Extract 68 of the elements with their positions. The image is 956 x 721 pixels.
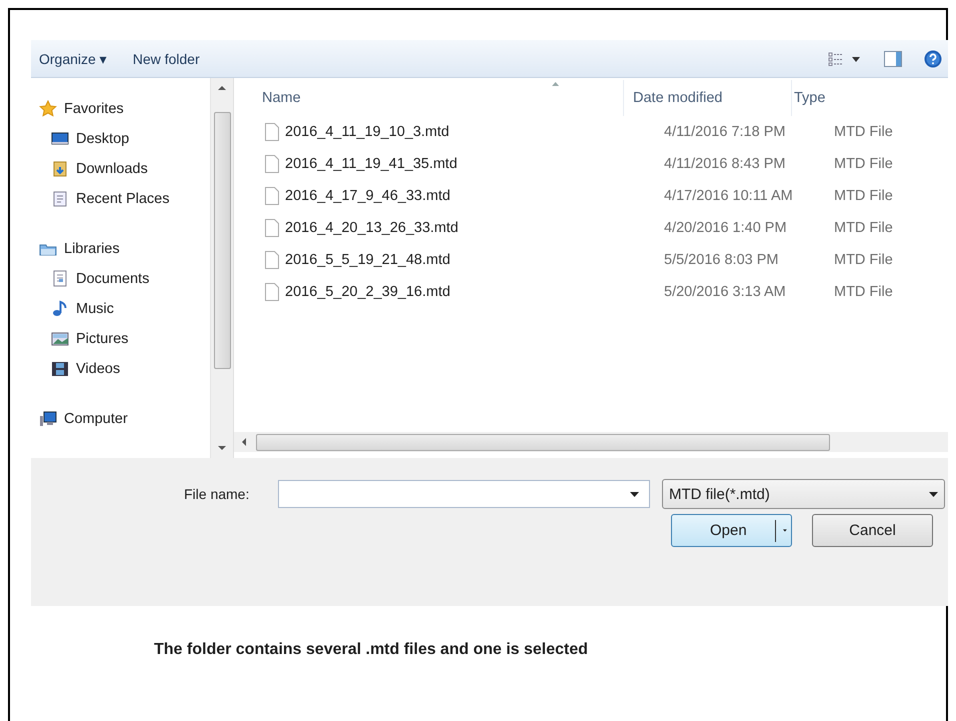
file-row[interactable]: 2016_5_5_19_21_48.mtd 5/5/2016 8:03 PM MTD File bbox=[234, 244, 948, 276]
nav-item[interactable]: Music bbox=[31, 294, 210, 324]
file-name: 2016_5_20_2_39_16.mtd bbox=[285, 284, 450, 300]
date-modified: 5/5/2016 8:03 PM bbox=[663, 252, 780, 268]
file-type: MTD File bbox=[833, 284, 894, 300]
date-modified: 4/20/2016 1:40 PM bbox=[663, 220, 788, 236]
file-type: MTD File bbox=[833, 188, 894, 204]
open-button[interactable]: Open bbox=[671, 514, 792, 547]
file-name: 2016_4_20_13_26_33.mtd bbox=[285, 220, 458, 236]
document-icon bbox=[51, 190, 69, 208]
file-icon bbox=[265, 283, 279, 301]
column-header[interactable]: Type bbox=[791, 80, 948, 116]
nav-item[interactable]: Pictures bbox=[31, 324, 210, 354]
file-icon bbox=[265, 155, 279, 173]
file-name-field[interactable] bbox=[278, 480, 650, 508]
file-name: 2016_4_11_19_41_35.mtd bbox=[285, 156, 458, 172]
nav-item[interactable]: Desktop bbox=[31, 124, 210, 154]
file-type-dropdown[interactable]: MTD file(*.mtd) bbox=[662, 479, 945, 509]
preview-pane-icon[interactable] bbox=[884, 50, 902, 66]
file-name: 2016_5_5_19_21_48.mtd bbox=[285, 252, 450, 268]
file-name-label: File name: bbox=[184, 486, 250, 502]
caption: The folder contains several .mtd files and one is selected bbox=[154, 641, 589, 659]
date-modified: 4/11/2016 8:43 PM bbox=[663, 156, 786, 172]
star-icon bbox=[39, 100, 57, 118]
column-header[interactable]: Name bbox=[234, 80, 623, 116]
nav-item[interactable]: Downloads bbox=[31, 154, 210, 184]
sort-arrow-icon bbox=[552, 82, 559, 86]
music-note-icon bbox=[51, 300, 69, 318]
date-modified: 4/17/2016 10:11 AM bbox=[663, 188, 794, 204]
nav-item[interactable]: Computer bbox=[31, 404, 210, 434]
dropdown-arrow-icon[interactable] bbox=[630, 492, 639, 496]
file-type: MTD File bbox=[833, 220, 894, 236]
view-menu-icon[interactable] bbox=[828, 52, 862, 66]
nav-item[interactable]: Favorites bbox=[31, 94, 210, 124]
film-icon bbox=[51, 360, 69, 378]
file-type: MTD File bbox=[833, 124, 894, 140]
folder-icon bbox=[51, 160, 69, 178]
nav-item[interactable]: Videos bbox=[31, 354, 210, 384]
picture-icon bbox=[51, 330, 69, 348]
file-icon bbox=[265, 123, 279, 141]
help-icon[interactable] bbox=[924, 50, 942, 68]
date-modified: 4/11/2016 7:18 PM bbox=[663, 124, 786, 140]
file-icon bbox=[265, 187, 279, 205]
scrollbar[interactable] bbox=[210, 78, 233, 458]
file-row[interactable]: 2016_4_20_13_26_33.mtd 4/20/2016 1:40 PM MTD File bbox=[234, 212, 948, 244]
date-modified: 5/20/2016 3:13 AM bbox=[663, 284, 787, 300]
cancel-button[interactable]: Cancel bbox=[812, 514, 933, 547]
column-header[interactable]: Date modified bbox=[623, 80, 791, 116]
dropdown-arrow-icon bbox=[783, 528, 787, 533]
file-row[interactable]: 2016_4_11_19_41_35.mtd 4/11/2016 8:43 PM MTD File bbox=[234, 148, 948, 180]
nav-item[interactable]: Documents bbox=[31, 264, 210, 294]
dropdown-arrow-icon bbox=[929, 492, 938, 496]
file-type: MTD File bbox=[833, 252, 894, 268]
organize-button[interactable]: Organize ▾ bbox=[37, 46, 115, 70]
file-name: 2016_4_11_19_10_3.mtd bbox=[285, 124, 450, 140]
file-icon bbox=[265, 251, 279, 269]
file-icon bbox=[265, 219, 279, 237]
scrollbar[interactable] bbox=[234, 432, 948, 452]
file-row[interactable]: 2016_5_20_2_39_16.mtd 5/20/2016 3:13 AM MTD File bbox=[234, 276, 948, 308]
nav-item[interactable]: Libraries bbox=[31, 234, 210, 264]
file-name: 2016_4_17_9_46_33.mtd bbox=[285, 188, 450, 204]
new-folder-button[interactable]: New folder bbox=[130, 46, 208, 70]
document-icon bbox=[51, 270, 69, 288]
computer-icon bbox=[39, 410, 57, 428]
file-row[interactable]: 2016_4_17_9_46_33.mtd 4/17/2016 10:11 AM MTD File bbox=[234, 180, 948, 212]
file-row[interactable]: 2016_4_11_19_10_3.mtd 4/11/2016 7:18 PM MTD File bbox=[234, 116, 948, 148]
nav-item[interactable]: Recent Places bbox=[31, 184, 210, 214]
file-type: MTD File bbox=[833, 156, 894, 172]
